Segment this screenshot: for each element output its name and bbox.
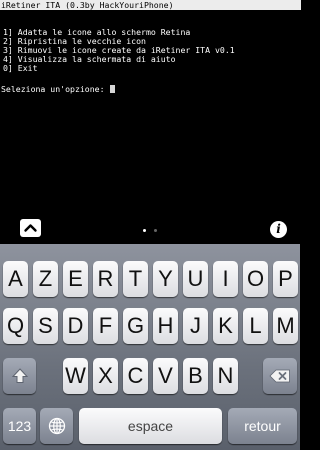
key-i[interactable]: I	[213, 261, 238, 297]
globe-key[interactable]	[40, 408, 73, 444]
backspace-icon	[269, 369, 290, 383]
keyboard-toggle-button[interactable]	[20, 219, 41, 237]
key-m[interactable]: M	[273, 308, 298, 344]
key-h[interactable]: H	[153, 308, 178, 344]
key-b[interactable]: B	[183, 358, 208, 394]
key-t[interactable]: T	[123, 261, 148, 297]
key-p[interactable]: P	[273, 261, 298, 297]
key-y[interactable]: Y	[153, 261, 178, 297]
text-cursor	[110, 85, 116, 93]
shift-icon	[11, 368, 28, 383]
chevron-up-icon	[24, 224, 37, 232]
page-dot	[154, 229, 157, 232]
key-k[interactable]: K	[213, 308, 238, 344]
key-s[interactable]: S	[33, 308, 58, 344]
key-q[interactable]: Q	[3, 308, 28, 344]
key-o[interactable]: O	[243, 261, 268, 297]
key-g[interactable]: G	[123, 308, 148, 344]
key-c[interactable]: C	[123, 358, 148, 394]
key-u[interactable]: U	[183, 261, 208, 297]
key-r[interactable]: R	[93, 261, 118, 297]
key-l[interactable]: L	[243, 308, 268, 344]
menu-option-0: 0] Exit	[3, 63, 38, 73]
keyboard: A Z E R T Y U I O P Q S D F G H J K L M …	[0, 244, 300, 450]
numbers-key[interactable]: 123	[3, 408, 36, 444]
key-j[interactable]: J	[183, 308, 208, 344]
return-key[interactable]: retour	[228, 408, 297, 444]
key-z[interactable]: Z	[33, 261, 58, 297]
key-f[interactable]: F	[93, 308, 118, 344]
key-w[interactable]: W	[63, 358, 88, 394]
terminal-window[interactable]: iRetiner ITA (0.3by HackYouriPhone) 1] A…	[0, 0, 301, 212]
info-button[interactable]: i	[270, 221, 287, 238]
space-key[interactable]: espace	[79, 408, 222, 444]
input-prompt[interactable]: Seleziona un'opzione:	[1, 84, 116, 94]
globe-icon	[48, 417, 65, 435]
page-indicator	[140, 229, 160, 233]
shift-key[interactable]	[3, 358, 36, 394]
key-d[interactable]: D	[63, 308, 88, 344]
key-n[interactable]: N	[213, 358, 238, 394]
prompt-label: Seleziona un'opzione:	[1, 84, 110, 94]
key-a[interactable]: A	[3, 261, 28, 297]
key-v[interactable]: V	[153, 358, 178, 394]
terminal-title: iRetiner ITA (0.3by HackYouriPhone)	[0, 0, 301, 10]
key-e[interactable]: E	[63, 261, 88, 297]
backspace-key[interactable]	[263, 358, 297, 394]
key-x[interactable]: X	[93, 358, 118, 394]
page-dot-active	[143, 229, 146, 232]
